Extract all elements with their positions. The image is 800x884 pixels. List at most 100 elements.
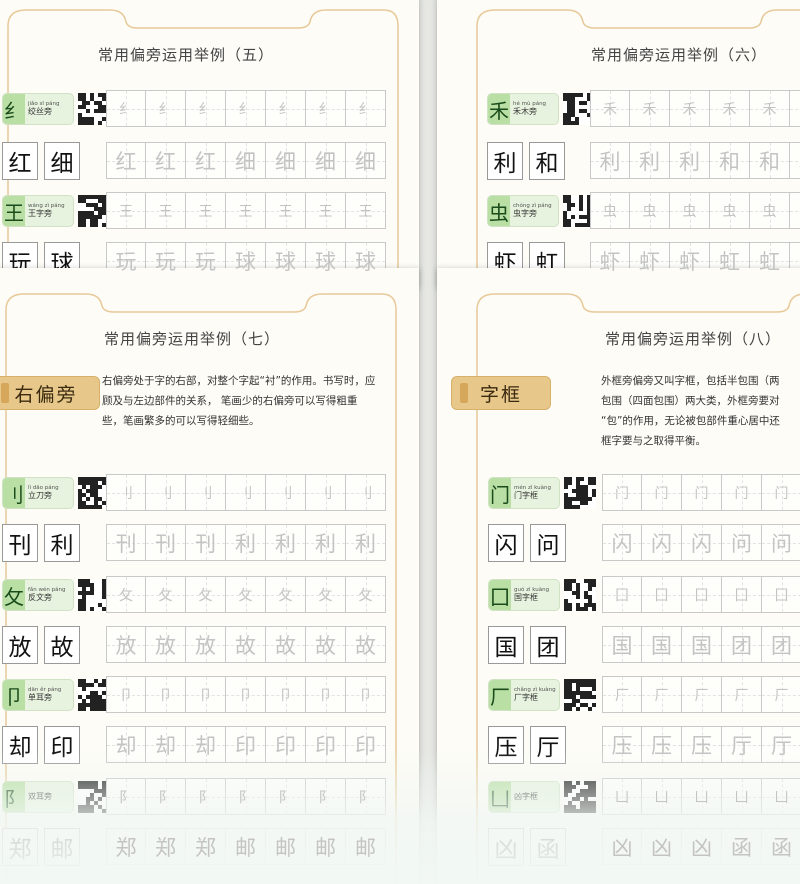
tracing-row[interactable]: 闪闪闪问问	[602, 524, 800, 561]
tracing-cell[interactable]: 邮	[346, 828, 386, 865]
tracing-cell[interactable]: 凶	[682, 828, 722, 865]
tracing-cell[interactable]: 厂	[682, 676, 722, 713]
tracing-cell[interactable]: 门	[682, 474, 722, 511]
tracing-row[interactable]: 凶凶凶函函	[602, 828, 800, 865]
tracing-cell[interactable]: 邮	[226, 828, 266, 865]
tracing-cell[interactable]: 利	[226, 524, 266, 561]
tracing-cell[interactable]: 厂	[722, 676, 762, 713]
tracing-cell[interactable]: 压	[682, 726, 722, 763]
tracing-cell[interactable]: 故	[346, 626, 386, 663]
tracing-cell[interactable]: 印	[226, 726, 266, 763]
tracing-cell[interactable]: 放	[186, 626, 226, 663]
tracing-cell[interactable]: 利	[590, 142, 630, 179]
tracing-row[interactable]: 国国国团团	[602, 626, 800, 663]
tracing-cell[interactable]: 攵	[186, 576, 226, 613]
tracing-cell[interactable]: 印	[306, 726, 346, 763]
tracing-cell[interactable]: 厂	[602, 676, 642, 713]
tracing-cell[interactable]: 刂	[106, 474, 146, 511]
tracing-row[interactable]: 卩卩卩卩卩卩卩	[106, 676, 386, 713]
tracing-row[interactable]: 门门门门门	[602, 474, 800, 511]
tracing-cell[interactable]: 利	[346, 524, 386, 561]
tracing-cell[interactable]: 阝	[186, 778, 226, 815]
tracing-cell[interactable]: 凵	[602, 778, 642, 815]
tracing-cell[interactable]: 门	[762, 474, 800, 511]
tracing-cell[interactable]: 放	[146, 626, 186, 663]
tracing-cell[interactable]: 函	[722, 828, 762, 865]
tracing-row[interactable]: 囗囗囗囗囗	[602, 576, 800, 613]
tracing-row[interactable]: 红红红细细细细	[106, 142, 386, 179]
tracing-cell[interactable]: 禾	[630, 90, 670, 127]
tracing-cell[interactable]: 刊	[186, 524, 226, 561]
tracing-cell[interactable]: 纟	[306, 90, 346, 127]
tracing-cell[interactable]: 刂	[146, 474, 186, 511]
tracing-cell[interactable]: 国	[602, 626, 642, 663]
tracing-cell[interactable]: 攵	[266, 576, 306, 613]
tracing-cell[interactable]: 刊	[106, 524, 146, 561]
tracing-cell[interactable]: 利	[670, 142, 710, 179]
tracing-cell[interactable]: 卩	[146, 676, 186, 713]
tracing-cell[interactable]: 王	[306, 192, 346, 229]
tracing-cell[interactable]: 故	[266, 626, 306, 663]
tracing-cell[interactable]: 刂	[346, 474, 386, 511]
tracing-cell[interactable]: 压	[602, 726, 642, 763]
tracing-cell[interactable]: 王	[106, 192, 146, 229]
tracing-cell[interactable]: 虫	[790, 192, 800, 229]
tracing-row[interactable]: 郑郑郑邮邮邮邮	[106, 828, 386, 865]
tracing-cell[interactable]: 放	[106, 626, 146, 663]
tracing-cell[interactable]: 闪	[602, 524, 642, 561]
tracing-cell[interactable]: 卩	[226, 676, 266, 713]
tracing-row[interactable]: 攵攵攵攵攵攵攵	[106, 576, 386, 613]
tracing-cell[interactable]: 纟	[186, 90, 226, 127]
tracing-row[interactable]: 禾禾禾禾禾禾	[590, 90, 800, 127]
tracing-cell[interactable]: 囗	[682, 576, 722, 613]
tracing-cell[interactable]: 凵	[722, 778, 762, 815]
tracing-row[interactable]: 刂刂刂刂刂刂刂	[106, 474, 386, 511]
tracing-cell[interactable]: 囗	[642, 576, 682, 613]
tracing-row[interactable]: 王王王王王王王	[106, 192, 386, 229]
tracing-row[interactable]: 刊刊刊利利利利	[106, 524, 386, 561]
tracing-cell[interactable]: 厂	[762, 676, 800, 713]
tracing-cell[interactable]: 红	[106, 142, 146, 179]
tracing-cell[interactable]: 厅	[762, 726, 800, 763]
tracing-cell[interactable]: 凵	[682, 778, 722, 815]
tracing-cell[interactable]: 卩	[306, 676, 346, 713]
tracing-cell[interactable]: 红	[186, 142, 226, 179]
tracing-cell[interactable]: 却	[106, 726, 146, 763]
tracing-cell[interactable]: 刂	[226, 474, 266, 511]
tracing-cell[interactable]: 王	[226, 192, 266, 229]
tracing-cell[interactable]: 刂	[266, 474, 306, 511]
tracing-cell[interactable]: 王	[266, 192, 306, 229]
tracing-cell[interactable]: 红	[146, 142, 186, 179]
tracing-cell[interactable]: 禾	[710, 90, 750, 127]
tracing-cell[interactable]: 和	[750, 142, 790, 179]
tracing-cell[interactable]: 攵	[306, 576, 346, 613]
tracing-cell[interactable]: 王	[346, 192, 386, 229]
tracing-cell[interactable]: 纟	[226, 90, 266, 127]
tracing-cell[interactable]: 利	[266, 524, 306, 561]
tracing-cell[interactable]: 刂	[306, 474, 346, 511]
tracing-cell[interactable]: 邮	[266, 828, 306, 865]
tracing-cell[interactable]: 细	[226, 142, 266, 179]
tracing-cell[interactable]: 团	[762, 626, 800, 663]
tracing-cell[interactable]: 阝	[226, 778, 266, 815]
tracing-cell[interactable]: 函	[762, 828, 800, 865]
tracing-row[interactable]: 虫虫虫虫虫虫	[590, 192, 800, 229]
tracing-cell[interactable]: 虫	[750, 192, 790, 229]
tracing-row[interactable]: 压压压厅厅	[602, 726, 800, 763]
tracing-cell[interactable]: 问	[722, 524, 762, 561]
tracing-cell[interactable]: 虫	[670, 192, 710, 229]
tracing-cell[interactable]: 刂	[186, 474, 226, 511]
tracing-cell[interactable]: 卩	[266, 676, 306, 713]
tracing-cell[interactable]: 虫	[710, 192, 750, 229]
tracing-cell[interactable]: 利	[630, 142, 670, 179]
tracing-cell[interactable]: 厅	[722, 726, 762, 763]
tracing-cell[interactable]: 王	[186, 192, 226, 229]
tracing-cell[interactable]: 门	[602, 474, 642, 511]
tracing-cell[interactable]: 邮	[306, 828, 346, 865]
tracing-cell[interactable]: 却	[186, 726, 226, 763]
tracing-cell[interactable]: 故	[226, 626, 266, 663]
tracing-cell[interactable]: 凶	[602, 828, 642, 865]
tracing-row[interactable]: 厂厂厂厂厂	[602, 676, 800, 713]
tracing-row[interactable]: 利利利和和和	[590, 142, 800, 179]
tracing-cell[interactable]: 刊	[146, 524, 186, 561]
